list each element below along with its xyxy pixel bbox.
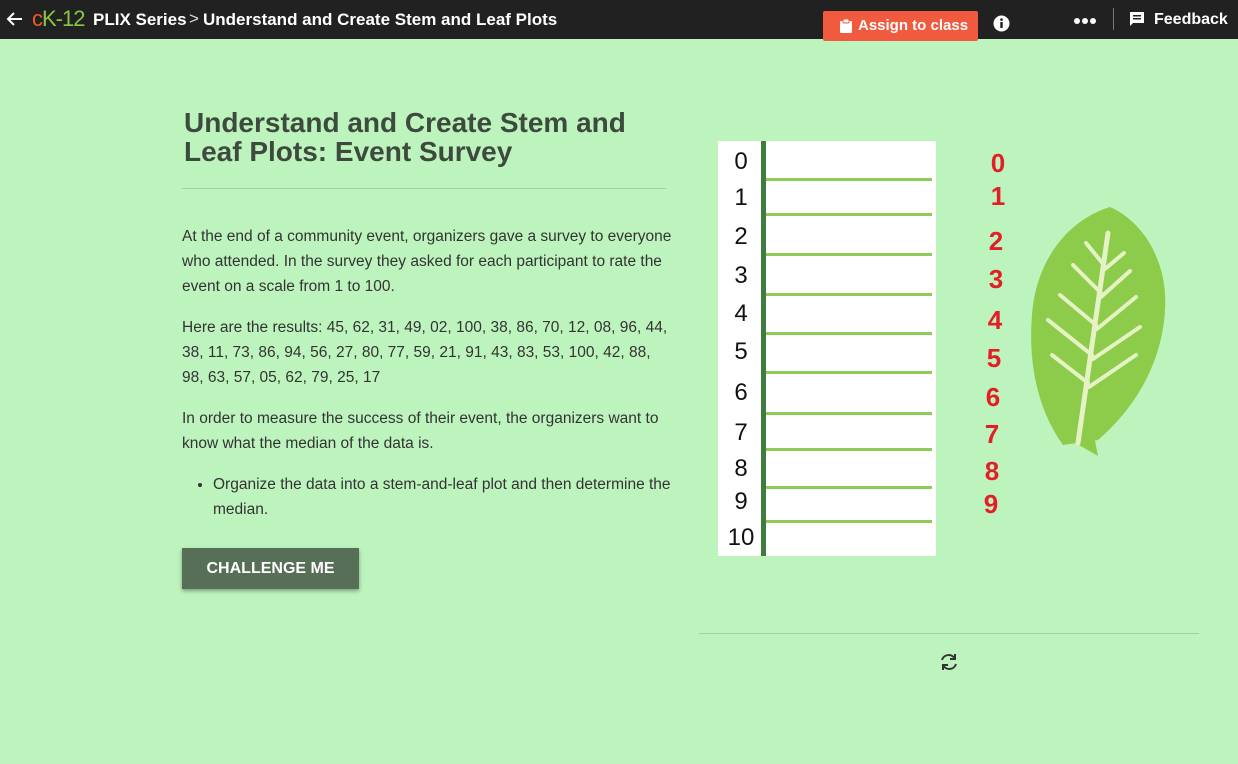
challenge-me-button[interactable]: CHALLENGE ME [182, 548, 359, 589]
leaf-icon [1031, 207, 1166, 456]
page-title: Understand and Create Stem and Leaf Plot… [184, 107, 626, 167]
top-bar: cK-12 PLIX Series > Understand and Creat… [0, 0, 1238, 41]
more-icon[interactable] [1073, 17, 1097, 25]
task-item: Organize the data into a stem-and-leaf p… [213, 472, 703, 522]
back-arrow-icon[interactable] [4, 8, 26, 30]
stem-divider [761, 141, 766, 556]
stem-label: 0 [734, 148, 748, 175]
results-paragraph: Here are the results: 45, 62, 31, 49, 02… [182, 319, 668, 386]
leaf-row[interactable] [766, 520, 932, 523]
topbar-divider [1113, 8, 1114, 30]
refresh-icon[interactable] [938, 651, 960, 673]
draggable-number[interactable]: 3 [981, 266, 1011, 292]
leaf-row[interactable] [766, 253, 932, 256]
stem-label: 2 [734, 223, 748, 250]
stem-label: 5 [734, 338, 748, 365]
assign-to-class-button[interactable]: Assign to class [823, 11, 978, 41]
stem-label: 8 [734, 455, 748, 482]
leaf-row[interactable] [766, 332, 932, 335]
title-divider [182, 188, 666, 189]
draggable-number[interactable]: 6 [978, 384, 1008, 410]
stem-label: 1 [734, 184, 748, 211]
draggable-number[interactable]: 4 [980, 307, 1010, 333]
stem-label: 10 [727, 524, 755, 551]
leaf-row[interactable] [766, 293, 932, 296]
leaf-row[interactable] [766, 486, 932, 489]
breadcrumb-series[interactable]: PLIX Series [93, 10, 187, 30]
breadcrumb-page-title: Understand and Create Stem and Leaf Plot… [203, 10, 558, 29]
draggable-number[interactable]: 1 [983, 183, 1013, 209]
stem-leaf-plot[interactable]: 0 1 2 3 4 5 6 7 8 9 10 [718, 141, 936, 556]
breadcrumb-separator: > [189, 9, 199, 28]
draggable-number[interactable]: 5 [979, 345, 1009, 371]
task-list: Organize the data into a stem-and-leaf p… [182, 472, 703, 522]
stem-label: 9 [734, 488, 748, 515]
goal-paragraph: In order to measure the success of their… [182, 410, 659, 452]
leaf-row[interactable] [766, 178, 932, 181]
draggable-number[interactable]: 2 [981, 228, 1011, 254]
leaf-row[interactable] [766, 412, 932, 415]
leaf-row[interactable] [766, 371, 932, 374]
draggable-number[interactable]: 9 [976, 491, 1006, 517]
draggable-number[interactable]: 7 [977, 421, 1007, 447]
draggable-number[interactable]: 0 [983, 150, 1013, 176]
leaf-row[interactable] [766, 448, 932, 451]
stem-label: 7 [734, 419, 748, 446]
stem-label: 6 [734, 379, 748, 406]
footer-divider [699, 633, 1199, 634]
feedback-button[interactable]: Feedback [1154, 11, 1228, 29]
info-icon[interactable] [993, 15, 1010, 32]
stem-label: 3 [734, 262, 748, 289]
intro-paragraph: At the end of a community event, organiz… [182, 228, 672, 295]
clipboard-icon [840, 19, 852, 33]
stem-label: 4 [734, 300, 748, 327]
leaf-row[interactable] [766, 213, 932, 216]
draggable-number[interactable]: 8 [977, 458, 1007, 484]
feedback-icon[interactable] [1129, 11, 1145, 27]
ck12-logo[interactable]: cK-12 [32, 6, 85, 32]
assign-label: Assign to class [858, 17, 969, 34]
